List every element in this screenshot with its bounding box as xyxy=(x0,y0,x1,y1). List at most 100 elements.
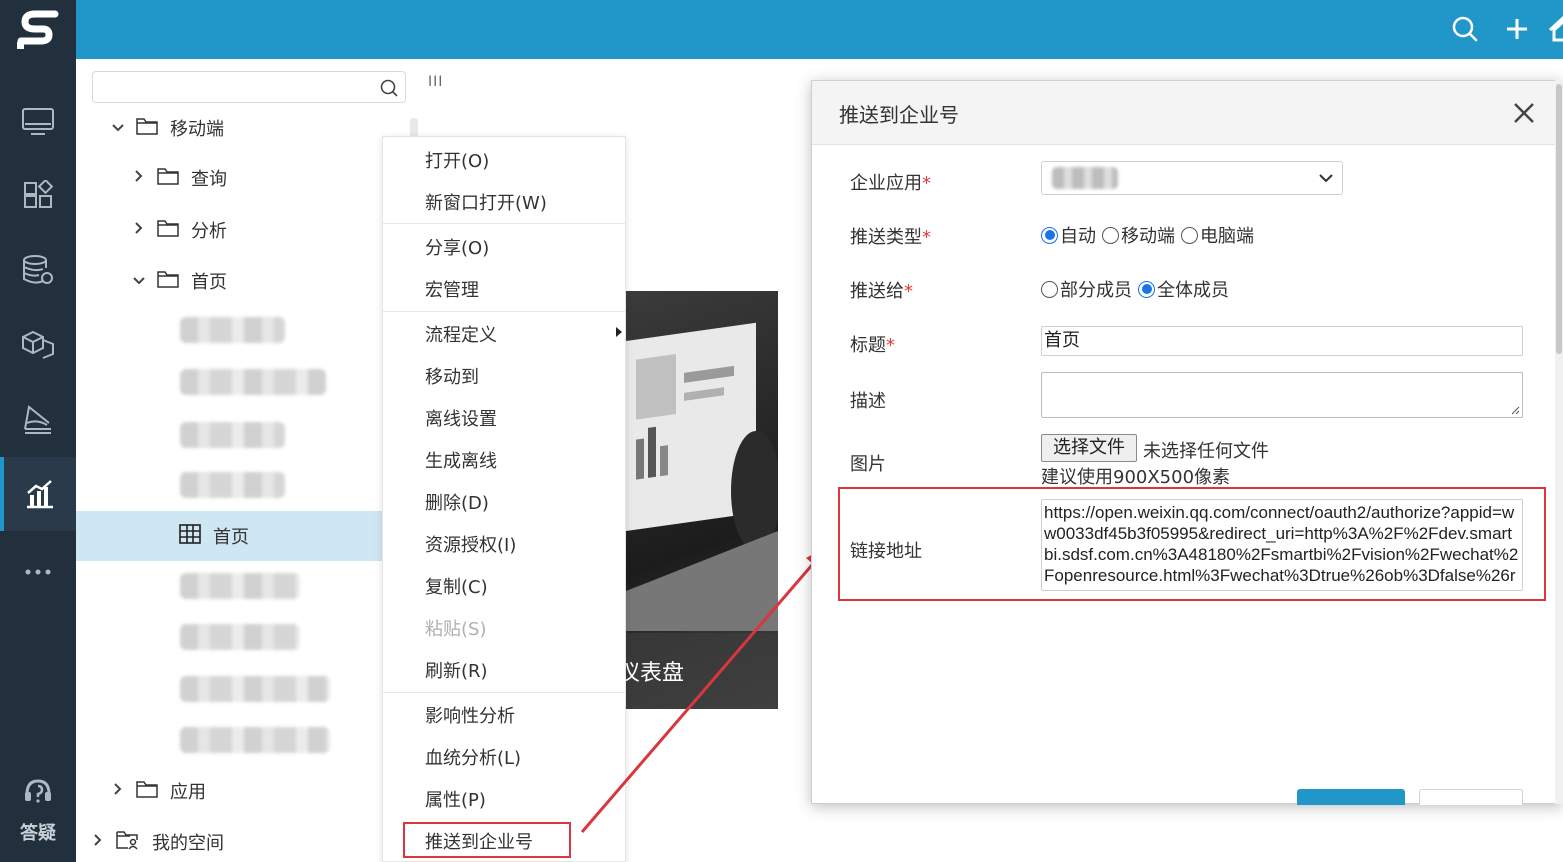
tree-item-analysis[interactable]: 分析 xyxy=(131,215,227,245)
dialog-title: 推送到企业号 xyxy=(839,103,959,127)
tree-item-redacted[interactable] xyxy=(180,317,285,343)
menu-delete[interactable]: 删除(D) xyxy=(425,489,489,519)
annotation-arrow xyxy=(580,546,828,833)
menu-lineage-analysis[interactable]: 血统分析(L) xyxy=(425,744,521,774)
chevron-right-icon[interactable] xyxy=(131,170,147,186)
tree-item-redacted[interactable] xyxy=(180,369,326,395)
tree-item-redacted[interactable] xyxy=(180,573,300,599)
chevron-right-icon[interactable] xyxy=(90,834,106,850)
chevron-down-icon[interactable] xyxy=(1318,170,1334,186)
tree-search-input[interactable] xyxy=(99,76,369,98)
push-type-desktop[interactable]: 电脑端 xyxy=(1181,222,1254,248)
monitor-icon xyxy=(22,108,54,135)
folder-icon xyxy=(157,219,179,242)
enterprise-app-select[interactable] xyxy=(1041,161,1343,195)
menu-impact-analysis[interactable]: 影响性分析 xyxy=(425,702,515,732)
left-nav: 答疑 xyxy=(0,59,76,862)
menu-separator xyxy=(383,223,625,224)
push-to-wecom-dialog: 推送到企业号 企业应用* 推送类型* 自动 移动端 电脑端 推送给* 部分成员 … xyxy=(811,80,1563,805)
label-description: 描述 xyxy=(850,391,886,412)
cancel-button[interactable] xyxy=(1419,789,1523,805)
nav-widgets[interactable] xyxy=(0,159,76,233)
resize-grip-icon[interactable] xyxy=(1510,405,1520,415)
cube-icon xyxy=(22,330,54,359)
plus-icon[interactable] xyxy=(1502,14,1532,44)
splitter-handle[interactable]: III xyxy=(428,74,443,90)
push-to-all[interactable]: 全体成员 xyxy=(1138,276,1229,302)
radio-icon[interactable] xyxy=(1041,280,1058,298)
tree-item-label: 应用 xyxy=(170,782,206,803)
radio-checked-icon[interactable] xyxy=(1138,280,1155,298)
menu-refresh[interactable]: 刷新(R) xyxy=(425,657,488,687)
page-scrollbar-thumb[interactable] xyxy=(1556,84,1562,354)
enterprise-app-value-redacted xyxy=(1052,167,1118,189)
chevron-down-icon[interactable] xyxy=(131,273,147,289)
tree-item-label: 首页 xyxy=(213,527,249,548)
tree-search-box[interactable] xyxy=(92,71,406,103)
radio-icon[interactable] xyxy=(1181,226,1198,244)
label-push-to: 推送给* xyxy=(850,277,913,303)
nav-more[interactable] xyxy=(0,535,76,609)
menu-macro[interactable]: 宏管理 xyxy=(425,276,479,306)
push-type-mobile[interactable]: 移动端 xyxy=(1102,222,1175,248)
menu-generate-offline[interactable]: 生成离线 xyxy=(425,447,497,477)
radio-label: 移动端 xyxy=(1121,226,1175,247)
close-icon[interactable] xyxy=(1510,99,1538,127)
tree-item-redacted[interactable] xyxy=(180,472,285,498)
tree-item-label: 分析 xyxy=(191,221,227,242)
menu-highlight-box xyxy=(403,822,571,858)
drafting-icon xyxy=(24,405,51,434)
label-enterprise-app: 企业应用* xyxy=(850,169,931,195)
menu-offline-settings[interactable]: 离线设置 xyxy=(425,405,497,435)
nav-drafting[interactable] xyxy=(0,381,76,455)
tree-item-home-folder[interactable]: 首页 xyxy=(131,266,227,296)
chevron-right-icon[interactable] xyxy=(131,222,147,238)
home-icon[interactable] xyxy=(1548,14,1563,44)
database-settings-icon xyxy=(23,255,53,284)
chevron-down-icon[interactable] xyxy=(110,120,126,136)
smartbi-logo[interactable] xyxy=(0,0,76,59)
tree-item-query[interactable]: 查询 xyxy=(131,163,227,193)
tree-item-mobile[interactable]: 移动端 xyxy=(110,113,224,143)
push-type-auto[interactable]: 自动 xyxy=(1041,222,1096,248)
menu-resource-auth[interactable]: 资源授权(I) xyxy=(425,531,516,561)
radio-label: 电脑端 xyxy=(1200,226,1254,247)
tree-scrollbar[interactable] xyxy=(410,118,418,138)
menu-open[interactable]: 打开(O) xyxy=(425,147,489,177)
label-title: 标题* xyxy=(850,331,895,357)
search-icon[interactable] xyxy=(379,78,399,98)
menu-properties[interactable]: 属性(P) xyxy=(425,786,486,816)
nav-cube[interactable] xyxy=(0,307,76,381)
push-to-partial[interactable]: 部分成员 xyxy=(1041,276,1132,302)
title-input[interactable]: 首页 xyxy=(1041,326,1523,356)
radio-icon[interactable] xyxy=(1102,226,1119,244)
tree-item-redacted[interactable] xyxy=(180,624,300,650)
menu-open-new-window[interactable]: 新窗口打开(W) xyxy=(425,189,547,219)
confirm-button[interactable] xyxy=(1297,789,1405,805)
folder-icon xyxy=(136,117,158,140)
menu-move-to[interactable]: 移动到 xyxy=(425,363,479,393)
menu-process-def[interactable]: 流程定义 xyxy=(425,321,497,351)
radio-checked-icon[interactable] xyxy=(1041,226,1058,244)
nav-help[interactable] xyxy=(0,755,76,829)
tree-item-home-page[interactable]: 首页 xyxy=(179,521,249,551)
label-text: 推送类型 xyxy=(850,227,922,248)
tree-item-redacted[interactable] xyxy=(180,422,285,448)
nav-database[interactable] xyxy=(0,233,76,307)
help-label[interactable]: 答疑 xyxy=(0,819,76,845)
nav-analytics[interactable] xyxy=(0,457,76,531)
tree-item-redacted[interactable] xyxy=(180,727,330,753)
choose-file-button[interactable]: 选择文件 xyxy=(1041,434,1137,462)
menu-share[interactable]: 分享(O) xyxy=(425,234,489,264)
tree-item-my-space[interactable]: 我的空间 xyxy=(90,827,224,857)
submenu-arrow-icon xyxy=(616,327,622,337)
tree-item-apps[interactable]: 应用 xyxy=(110,776,206,806)
chevron-right-icon[interactable] xyxy=(110,783,126,799)
tree-item-redacted[interactable] xyxy=(180,676,330,702)
radio-label: 部分成员 xyxy=(1060,280,1132,301)
radio-label: 全体成员 xyxy=(1157,280,1229,301)
menu-copy[interactable]: 复制(C) xyxy=(425,573,488,603)
search-icon[interactable] xyxy=(1450,14,1480,44)
description-textarea[interactable] xyxy=(1041,372,1523,418)
nav-monitor[interactable] xyxy=(0,85,76,159)
